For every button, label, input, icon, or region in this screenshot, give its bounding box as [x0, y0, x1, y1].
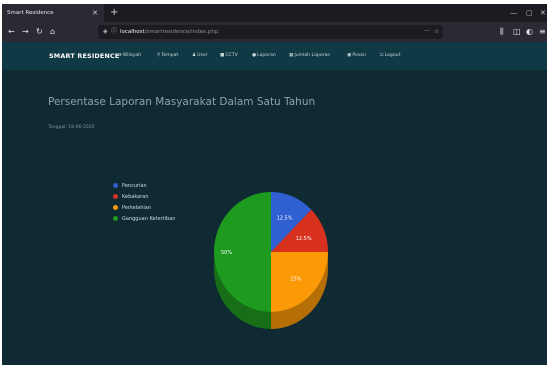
pie-label: 50%: [221, 250, 232, 256]
pie-label: 12.5%: [277, 216, 293, 222]
pie-label: 25%: [290, 276, 301, 282]
browser-window: Smart Residence ✕ + — ▢ ✕ ← → ↻ ⌂ ◈ ⓘ lo…: [2, 4, 547, 365]
pie-chart: 12.5% 12.5% 25% 50%: [214, 192, 328, 329]
pie-label: 12.5%: [296, 236, 312, 242]
